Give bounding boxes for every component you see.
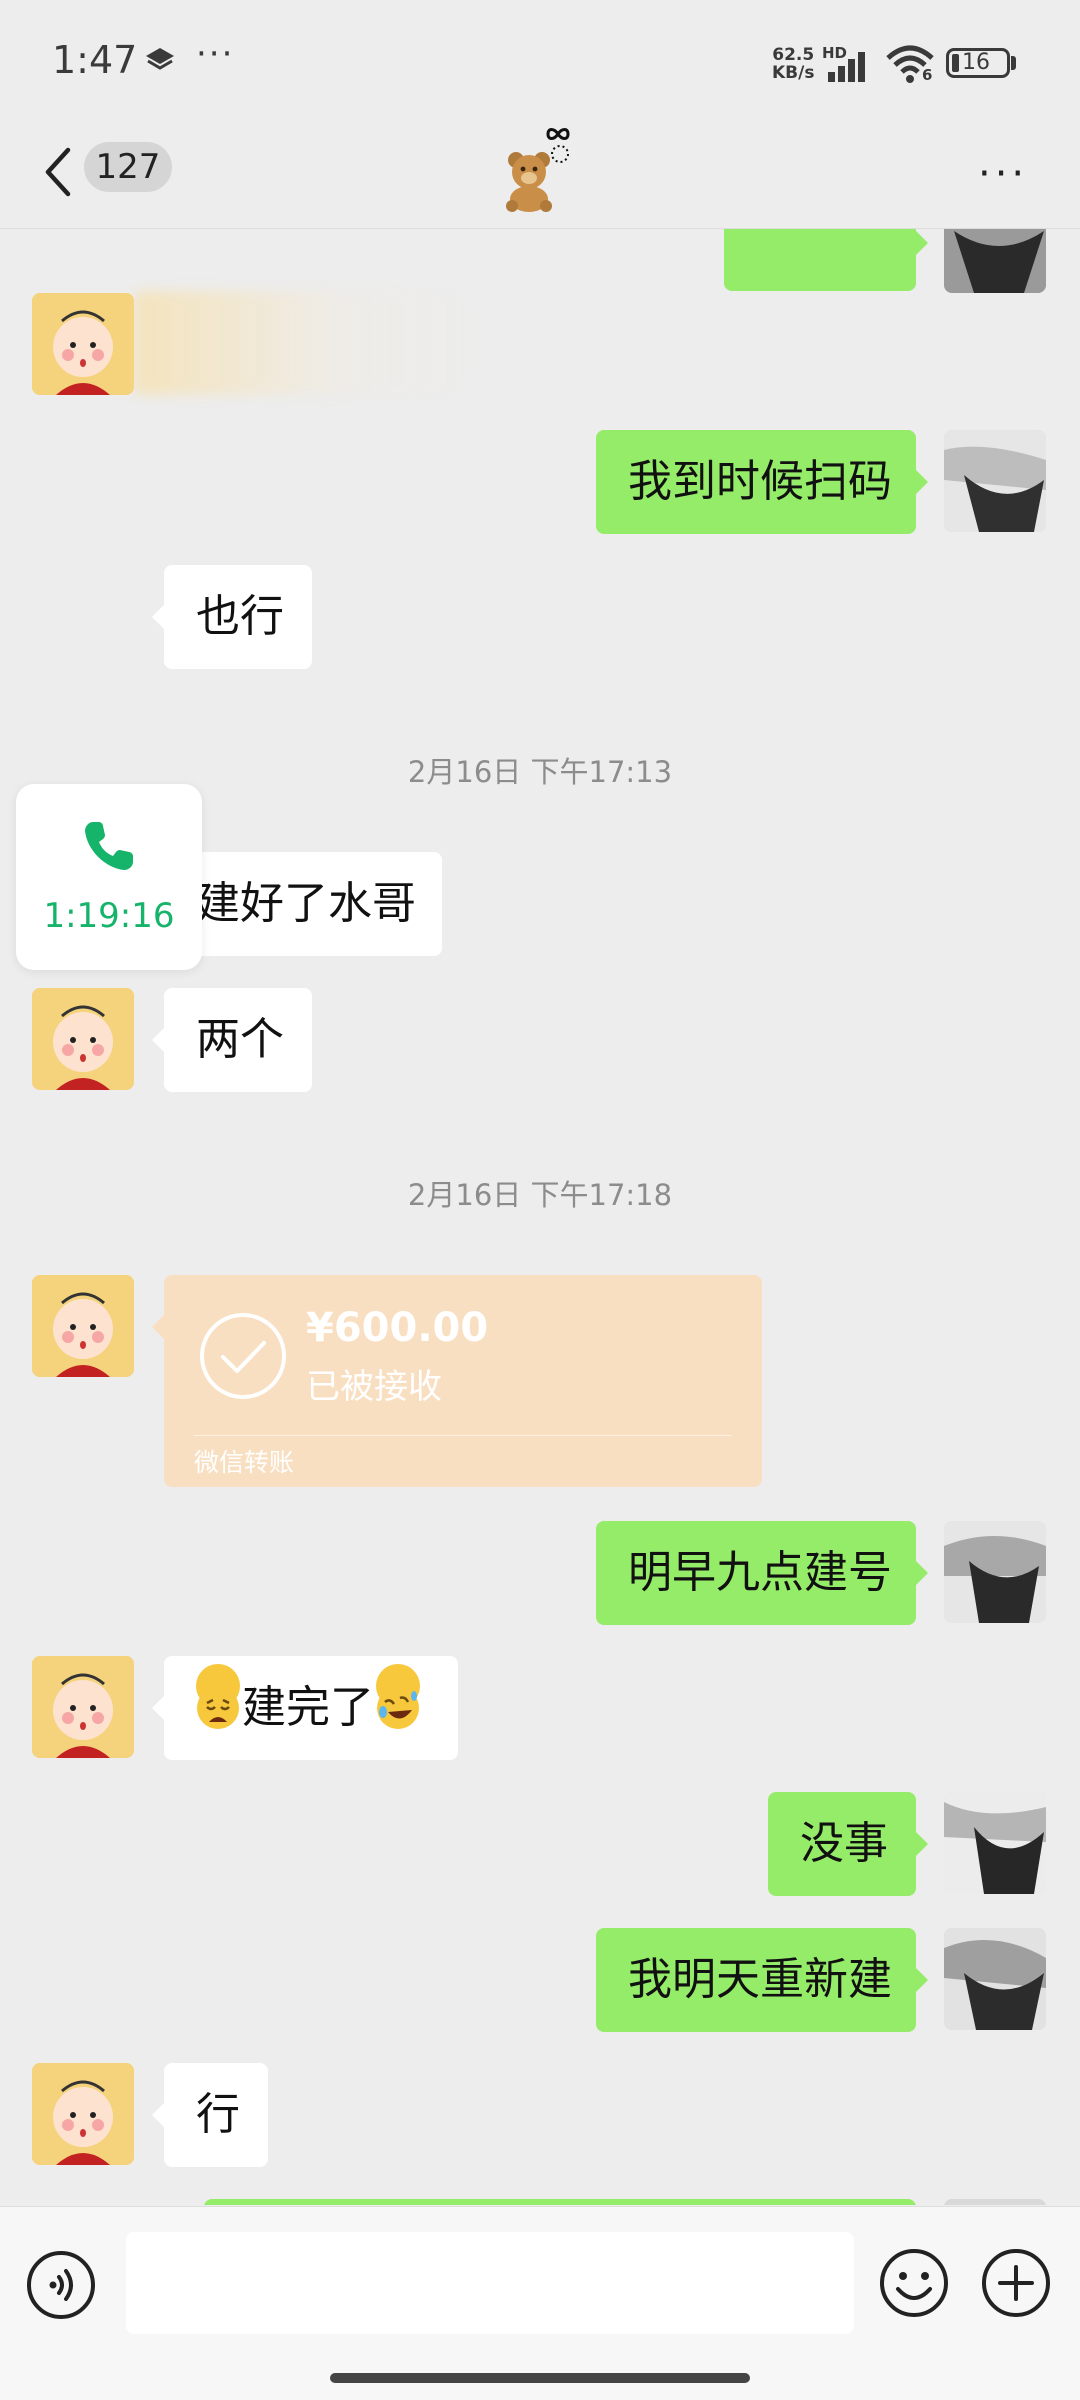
teddy-bear-icon[interactable] — [498, 124, 582, 214]
transfer-divider — [194, 1435, 732, 1436]
battery-cap — [1011, 56, 1016, 70]
battery-level — [952, 54, 959, 72]
network-speed-unit: KB/s — [772, 63, 815, 83]
self-avatar[interactable] — [944, 1792, 1046, 1894]
message-text: 建完了 — [242, 1682, 374, 1733]
message-bubble-other[interactable]: 也行 — [152, 565, 312, 669]
message-bubble-partial[interactable] — [204, 2199, 916, 2205]
message-bubble-other[interactable]: 行 — [152, 2063, 268, 2167]
home-indicator[interactable] — [330, 2373, 750, 2383]
layers-icon — [146, 48, 174, 70]
call-duration: 1:19:16 — [43, 896, 175, 936]
message-timestamp: 2月16日 下午17:18 — [407, 1178, 673, 1212]
contact-avatar[interactable] — [32, 2063, 134, 2165]
wechat-transfer-card[interactable]: ¥600.00 已被接收 微信转账 — [152, 1275, 762, 1487]
self-avatar[interactable] — [944, 1928, 1046, 2030]
blurred-image-message[interactable] — [134, 291, 474, 395]
message-text: 建好了水哥 — [196, 878, 416, 929]
self-avatar[interactable] — [944, 430, 1046, 532]
message-bubble-partial[interactable] — [724, 229, 928, 291]
self-avatar[interactable] — [944, 1521, 1046, 1623]
transfer-status: 已被接收 — [306, 1367, 442, 1407]
transfer-amount: ¥600.00 — [306, 1305, 489, 1351]
check-circle-icon — [200, 1313, 286, 1399]
message-text: 也行 — [196, 591, 284, 642]
bottom-safe-area — [0, 2336, 1080, 2400]
message-bubble-self[interactable]: 没事 — [768, 1792, 928, 1896]
rolling-laughing-face-icon — [376, 1664, 420, 1729]
message-text: 明早九点建号 — [628, 1547, 892, 1598]
battery-percent: 16 — [962, 50, 990, 75]
message-bubble-self[interactable]: 明早九点建号 — [596, 1521, 928, 1625]
message-text: 我到时候扫码 — [628, 456, 892, 507]
message-bubble-self[interactable]: 我到时候扫码 — [596, 430, 928, 534]
chat-header: 127 ··· — [0, 120, 1080, 229]
message-text: 我明天重新建 — [628, 1954, 892, 2005]
back-arrow-icon[interactable] — [38, 142, 78, 202]
self-avatar[interactable] — [944, 229, 1046, 293]
message-bubble-other[interactable]: 建好了水哥 — [152, 852, 442, 956]
message-list[interactable]: 我到时候扫码 也行 2月16日 下午17:13 建好了水哥 两个 2月16日 下… — [0, 229, 1080, 2205]
wifi-6-label: 6 — [922, 66, 933, 84]
contact-avatar[interactable] — [32, 1656, 134, 1758]
network-speed: 62.5 KB/s — [772, 46, 814, 82]
network-speed-value: 62.5 — [772, 45, 815, 65]
contact-avatar[interactable] — [32, 293, 134, 395]
emoji-icon[interactable] — [878, 2247, 950, 2319]
contact-avatar[interactable] — [32, 1275, 134, 1377]
message-text: 没事 — [800, 1818, 888, 1869]
message-bubble-other[interactable]: 建完了 — [152, 1656, 458, 1760]
plus-icon[interactable] — [980, 2247, 1052, 2319]
message-text: 行 — [196, 2089, 240, 2140]
status-more-icon: ··· — [196, 34, 235, 74]
input-bar — [0, 2206, 1080, 2337]
voice-input-icon[interactable] — [26, 2250, 96, 2320]
message-input[interactable] — [126, 2232, 854, 2334]
message-bubble-other[interactable]: 两个 — [152, 988, 312, 1092]
contact-avatar[interactable] — [32, 988, 134, 1090]
status-time: 1:47 — [52, 38, 138, 82]
voice-call-floating-window[interactable]: 1:19:16 — [16, 784, 202, 970]
weary-face-icon — [196, 1664, 240, 1729]
message-text: 两个 — [196, 1014, 284, 1065]
message-bubble-self[interactable]: 我明天重新建 — [596, 1928, 928, 2032]
phone-icon — [85, 822, 133, 870]
status-bar: 1:47 ··· 62.5 KB/s HD 6 16 — [0, 0, 1080, 120]
signal-icon — [828, 52, 865, 82]
self-avatar[interactable] — [944, 2199, 1046, 2205]
more-options-button[interactable]: ··· — [978, 154, 1028, 194]
transfer-label: 微信转账 — [194, 1448, 295, 1477]
unread-count-badge[interactable]: 127 — [84, 142, 172, 192]
